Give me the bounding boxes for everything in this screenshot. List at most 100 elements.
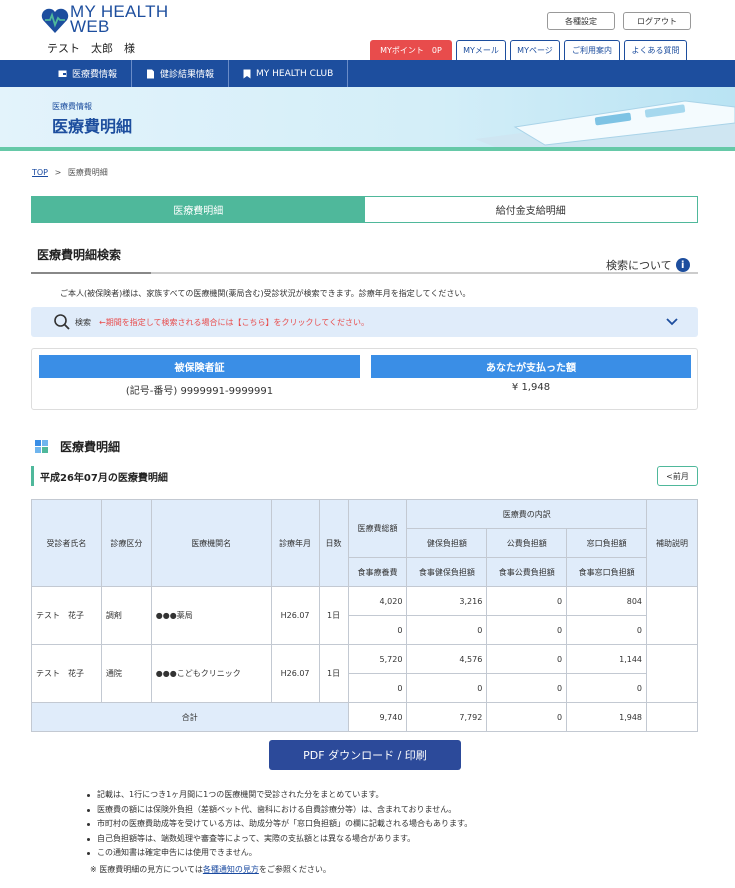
col-total: 医療費総額 (347, 499, 408, 558)
nav-medical-info[interactable]: 医療費情報 (0, 60, 133, 87)
col-month: 診療年月 (270, 499, 320, 587)
list-item: 医療費の額には保険外負担（差額ベット代、歯科における自費診療分等）は、含まれてお… (85, 803, 472, 818)
settings-button[interactable]: 各種設定 (547, 12, 615, 30)
pdf-download-button[interactable]: PDF ダウンロード / 印刷 (269, 740, 461, 770)
nav-checkup-info[interactable]: 健診結果情報 (132, 60, 230, 87)
view-switch: 医療費明細 給付金支給明細 (31, 196, 698, 223)
cell-category: 通院 (100, 644, 152, 703)
cell-total: 4,020 (347, 586, 408, 616)
cell-note (646, 586, 698, 645)
cell-health: 3,216 (406, 586, 488, 616)
cell-note (646, 644, 698, 703)
logo[interactable]: MY HEALTH WEB (40, 2, 180, 40)
footnote: ※ 医療費明細の見方については各種通知の見方をご参照ください。 (90, 865, 331, 874)
cell-public: 0 (486, 586, 568, 616)
cell-window: 1,144 (566, 644, 648, 674)
breadcrumb-top-link[interactable]: TOP (32, 168, 48, 177)
list-item: 市町村の医療費助成等を受けている方は、助成分等が「窓口負担額」の欄に記載される場… (85, 817, 472, 832)
paid-amount: ¥ 1,948 (511, 382, 551, 393)
col-public: 公費負担額 (486, 528, 568, 558)
page-banner: 医療費情報 医療費明細 (0, 87, 735, 147)
paid-header: あなたが支払った額 (371, 355, 691, 378)
sum-health: 7,792 (406, 702, 488, 732)
sum-window: 1,948 (566, 702, 648, 732)
col-days: 日数 (318, 499, 349, 587)
cell-public: 0 (486, 644, 568, 674)
cell-institution: ●●●薬局 (150, 586, 272, 645)
info-icon: i (675, 258, 690, 272)
sum-public: 0 (486, 702, 568, 732)
sum-note (646, 702, 698, 732)
list-item: この通知書は確定申告には使用できません。 (85, 846, 472, 861)
grid-icon (35, 440, 48, 453)
tab-faq[interactable]: よくある質問 (624, 40, 687, 60)
search-section-title: 医療費明細検索 (37, 248, 122, 262)
tab-guide[interactable]: ご利用案内 (564, 40, 620, 60)
tab-my-mail[interactable]: MYメール (456, 40, 506, 60)
cell-meal-health: 0 (406, 615, 488, 645)
cell-patient: テスト 花子 (31, 644, 102, 703)
cell-total: 5,720 (347, 644, 408, 674)
prev-month-button[interactable]: <前月 (657, 466, 698, 486)
col-meal-health: 食事健保負担額 (406, 557, 488, 587)
cell-patient: テスト 花子 (31, 586, 102, 645)
cell-health: 4,576 (406, 644, 488, 674)
sum-label: 合計 (31, 702, 349, 732)
cell-month: H26.07 (270, 644, 320, 703)
cell-meal-public: 0 (486, 673, 568, 703)
card-number: (記号-番号) 9999991-9999991 (125, 386, 274, 397)
search-period-link[interactable]: ←期間を指定して検索される場合には【こちら】をクリックしてください。 (99, 317, 369, 328)
banner-divider (0, 147, 735, 151)
logo-line2: WEB (70, 17, 110, 36)
list-item: 自己負担額等は、端数処理や審査等によって、実際の支払額とは異なる場合があります。 (85, 832, 472, 847)
table-row: テスト 花子 調剤 ●●●薬局 H26.07 1日 4,020 3,216 0 … (31, 586, 698, 645)
sum-total: 9,740 (347, 702, 408, 732)
cell-meal: 0 (347, 615, 408, 645)
col-health: 健保負担額 (406, 528, 488, 558)
logout-button[interactable]: ログアウト (623, 12, 691, 30)
nav-health-club[interactable]: MY HEALTH CLUB (229, 60, 349, 87)
about-search-link[interactable]: 検索について i (606, 257, 690, 273)
chevron-down-icon[interactable] (666, 318, 678, 326)
wallet-icon (58, 70, 67, 77)
col-note: 補助説明 (646, 499, 698, 587)
detail-heading: 医療費明細 (35, 438, 120, 455)
tab-my-points[interactable]: MYポイント 0P (370, 40, 452, 60)
notes-list: 記載は、1行につき1ヶ月間に1つの医療機関で受診された分をまとめています。 医療… (85, 788, 472, 861)
cell-category: 調剤 (100, 586, 152, 645)
search-description: ご本人(被保険者)様は、家族すべての医療機関(薬局含む)受診状況が検索できます。… (60, 289, 471, 298)
card-header: 被保険者証 (39, 355, 360, 378)
col-meal-window: 食事窓口負担額 (566, 557, 648, 587)
notice-guide-link[interactable]: 各種通知の見方 (203, 865, 259, 874)
search-icon (54, 314, 70, 330)
tab-my-page[interactable]: MYページ (510, 40, 560, 60)
col-meal-public: 食事公費負担額 (486, 557, 568, 587)
cell-meal-window: 0 (566, 673, 648, 703)
banner-subtitle: 医療費情報 (52, 102, 92, 111)
medical-table: 受診者氏名 診療区分 医療機関名 診療年月 日数 医療費総額 医療費の内訳 補助… (31, 499, 698, 732)
cell-meal-window: 0 (566, 615, 648, 645)
cell-days: 1日 (318, 644, 349, 703)
detail-title: 医療費明細 (60, 440, 121, 454)
heart-logo-icon (41, 8, 69, 33)
cell-meal-health: 0 (406, 673, 488, 703)
search-toggle-bar[interactable]: 検索 ←期間を指定して検索される場合には【こちら】をクリックしてください。 (31, 307, 698, 337)
tab-benefit-details[interactable]: 給付金支給明細 (365, 197, 698, 222)
user-name: テスト 太郎 様 (47, 42, 135, 55)
table-row: テスト 花子 通院 ●●●こどもクリニック H26.07 1日 5,720 4,… (31, 644, 698, 703)
cell-meal: 0 (347, 673, 408, 703)
cell-meal-public: 0 (486, 615, 568, 645)
col-patient: 受診者氏名 (31, 499, 102, 587)
col-institution: 医療機関名 (150, 499, 272, 587)
table-sum-row: 合計 9,740 7,792 0 1,948 (31, 702, 698, 732)
cell-days: 1日 (318, 586, 349, 645)
banner-title: 医療費明細 (52, 117, 133, 136)
col-meal: 食事療養費 (347, 557, 408, 587)
bookmark-icon (243, 69, 251, 78)
keyboard-illustration-icon (475, 100, 735, 147)
insurance-summary: 被保険者証 あなたが支払った額 (記号-番号) 9999991-9999991 … (31, 348, 698, 410)
main-nav: 医療費情報 健診結果情報 MY HEALTH CLUB (0, 60, 735, 87)
col-window: 窓口負担額 (566, 528, 648, 558)
tab-medical-details[interactable]: 医療費明細 (32, 197, 365, 222)
section-divider-accent (31, 272, 151, 274)
